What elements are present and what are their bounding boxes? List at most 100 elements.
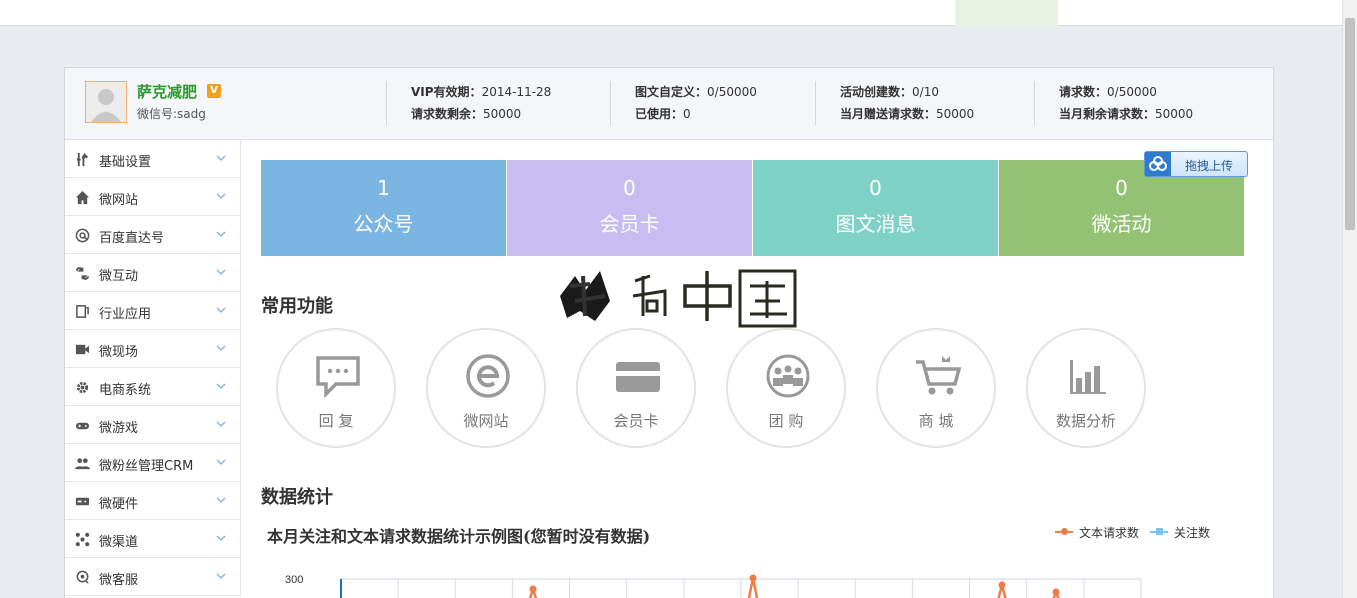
stat-label: 图文自定义： xyxy=(635,85,708,99)
func-reply[interactable]: 回 复 xyxy=(276,328,396,448)
sidebar-item-micro-hardware[interactable]: 微硬件 xyxy=(65,482,240,520)
stat-label: 请求数： xyxy=(1059,85,1108,99)
legend-dot-marker xyxy=(1061,528,1068,535)
video-icon xyxy=(75,344,90,355)
tile-label: 会员卡 xyxy=(599,212,660,236)
scrollbar-thumb[interactable] xyxy=(1345,18,1355,230)
tile-member-cards[interactable]: 0 会员卡 xyxy=(507,160,752,256)
func-label: 商 城 xyxy=(918,412,954,430)
chevron-down-icon xyxy=(216,497,226,504)
stat-value: 0/50000 xyxy=(707,85,757,99)
upload-label: 拖拽上传 xyxy=(1185,159,1234,173)
func-data-analysis[interactable]: 数据分析 xyxy=(1026,328,1146,448)
sidebar-item-label: 微客服 xyxy=(99,573,139,588)
func-label: 微网站 xyxy=(463,412,509,430)
network-icon xyxy=(75,532,90,547)
stat-value: 50000 xyxy=(483,107,522,121)
sidebar: 基础设置 微网站 百度直达号 微互动 行业应用 微现场 电商系统 微游戏 微粉丝… xyxy=(65,140,241,596)
section-title-stats: 数据统计 xyxy=(261,487,333,508)
sidebar-item-label: 微现场 xyxy=(99,345,139,360)
tools-icon xyxy=(76,152,89,167)
y-tick-label: 300 xyxy=(285,574,303,586)
chevron-down-icon xyxy=(216,307,226,314)
main-container: 萨克减肥 V 微信号:sadg VIP有效期：2014-11-28 请求数剩余：… xyxy=(64,67,1274,598)
stat-value: 0/10 xyxy=(912,85,939,99)
scrollbar[interactable] xyxy=(1342,0,1357,598)
sidebar-item-fans-crm[interactable]: 微粉丝管理CRM xyxy=(65,444,240,482)
func-group-buy[interactable]: 团 购 xyxy=(726,328,846,448)
sidebar-item-label: 微硬件 xyxy=(99,497,139,512)
tile-official-accounts[interactable]: 1 公众号 xyxy=(261,160,506,256)
sidebar-item-basic-settings[interactable]: 基础设置 xyxy=(65,140,240,178)
upload-icon-box xyxy=(1145,152,1171,176)
func-label: 回 复 xyxy=(318,412,354,430)
stat-value: 0/50000 xyxy=(1107,85,1157,99)
legend-square-marker xyxy=(1156,528,1163,535)
stat-label: 活动创建数： xyxy=(840,85,913,99)
sidebar-item-ecommerce[interactable]: 电商系统 xyxy=(65,368,240,406)
sidebar-item-micro-interact[interactable]: 微互动 xyxy=(65,254,240,292)
func-label: 数据分析 xyxy=(1055,412,1116,430)
series-line-text-requests xyxy=(528,577,1060,598)
tile-articles[interactable]: 0 图文消息 xyxy=(753,160,998,256)
sidebar-item-industry-apps[interactable]: 行业应用 xyxy=(65,292,240,330)
document-icon xyxy=(76,305,89,318)
avatar-placeholder-icon xyxy=(86,82,126,122)
stat-label: 请求数剩余： xyxy=(411,107,484,121)
series-point[interactable] xyxy=(529,585,537,593)
hardware-icon xyxy=(75,497,90,506)
account-name[interactable]: 萨克减肥 xyxy=(137,81,197,102)
card-icon xyxy=(616,362,660,392)
e-icon xyxy=(466,354,510,398)
tile-number: 0 xyxy=(1115,176,1128,200)
sidebar-item-label: 百度直达号 xyxy=(99,231,165,246)
bar-chart-icon xyxy=(1070,360,1106,394)
stat-requests: 请求数：0/50000 当月剩余请求数：50000 xyxy=(1034,81,1193,125)
at-icon xyxy=(75,228,90,243)
func-member-card[interactable]: 会员卡 xyxy=(576,328,696,448)
chevron-down-icon xyxy=(216,269,226,276)
top-bar xyxy=(0,0,1342,26)
legend-label: 文本请求数 xyxy=(1079,526,1140,540)
avatar[interactable] xyxy=(85,81,127,123)
summary-tiles: 1 公众号 0 会员卡 0 图文消息 0 微活动 xyxy=(261,160,1245,256)
interact-icon xyxy=(75,267,90,280)
gamepad-icon xyxy=(75,422,90,430)
series-points-text-requests xyxy=(529,574,1060,596)
chevron-down-icon xyxy=(216,383,226,390)
stat-label: VIP有效期： xyxy=(411,85,482,99)
tile-label: 公众号 xyxy=(353,212,414,236)
func-micro-site[interactable]: 微网站 xyxy=(426,328,546,448)
sidebar-item-baidu-direct[interactable]: 百度直达号 xyxy=(65,216,240,254)
sidebar-item-customer-service[interactable]: 微客服 xyxy=(65,558,240,596)
sidebar-item-label: 微粉丝管理CRM xyxy=(99,459,194,474)
sidebar-item-micro-live[interactable]: 微现场 xyxy=(65,330,240,368)
wechat-id: 微信号:sadg xyxy=(137,107,206,121)
legend-label: 关注数 xyxy=(1174,526,1211,540)
chevron-down-icon xyxy=(216,573,226,580)
group-icon xyxy=(766,354,810,398)
series-point[interactable] xyxy=(749,574,757,582)
chart-title: 本月关注和文本请求数据统计示例图(您暂时没有数据) xyxy=(267,527,651,546)
home-icon xyxy=(75,190,90,205)
cart-icon xyxy=(916,356,962,395)
sidebar-item-label: 行业应用 xyxy=(99,307,152,322)
sidebar-item-micro-channel[interactable]: 微渠道 xyxy=(65,520,240,558)
sidebar-item-label: 基础设置 xyxy=(99,155,152,170)
stat-activity: 活动创建数：0/10 当月赠送请求数：50000 xyxy=(815,81,974,125)
func-mall[interactable]: 商 城 xyxy=(876,328,996,448)
section-title-common: 常用功能 xyxy=(261,296,333,317)
stat-vip: VIP有效期：2014-11-28 请求数剩余：50000 xyxy=(386,81,551,125)
cloud-upload-icon xyxy=(1149,156,1167,171)
message-icon xyxy=(316,356,360,398)
sidebar-item-micro-games[interactable]: 微游戏 xyxy=(65,406,240,444)
gear-icon xyxy=(76,381,89,394)
stat-label: 当月剩余请求数： xyxy=(1059,107,1156,121)
series-point[interactable] xyxy=(998,581,1006,589)
sidebar-item-micro-site[interactable]: 微网站 xyxy=(65,178,240,216)
stat-value: 0 xyxy=(683,107,691,121)
drag-upload-button[interactable]: 拖拽上传 xyxy=(1144,151,1248,177)
sidebar-item-label: 微渠道 xyxy=(99,535,139,550)
service-icon xyxy=(76,570,89,584)
series-point[interactable] xyxy=(1052,588,1060,596)
